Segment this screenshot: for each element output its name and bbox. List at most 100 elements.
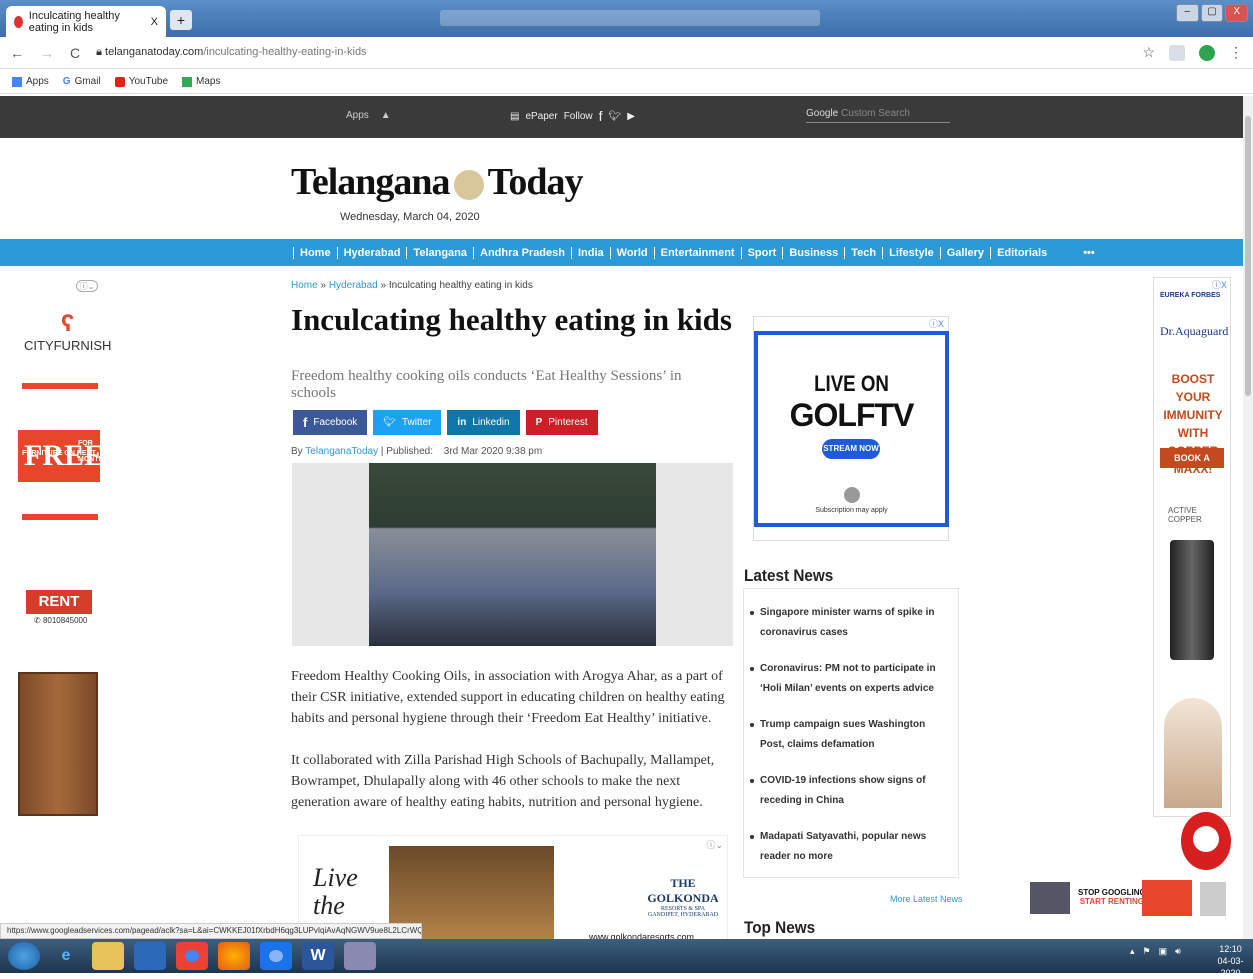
nav-home[interactable]: Home — [293, 246, 337, 259]
ad-close-icon[interactable]: ⓘX — [1212, 278, 1227, 291]
nav-business[interactable]: Business — [782, 246, 844, 259]
share-facebook-button[interactable]: f Facebook — [293, 410, 368, 435]
tab-close-icon[interactable]: X — [151, 16, 158, 28]
stop-googling-ad[interactable]: STOP GOOGLING START RENTING — [1030, 878, 1235, 918]
linkedin-icon: in — [457, 417, 467, 428]
snipping-tool-icon[interactable] — [344, 942, 376, 970]
internet-explorer-icon[interactable]: e — [50, 942, 82, 970]
chrome-alt-icon[interactable] — [260, 942, 292, 970]
article-photo[interactable] — [292, 463, 733, 646]
epaper-follow: ▤ ePaper Follow f 🐦︎ ▶ — [510, 108, 635, 124]
nav-gallery[interactable]: Gallery — [939, 246, 990, 259]
nav-editorials[interactable]: Editorials — [990, 246, 1053, 259]
bookmark-apps[interactable]: Apps — [12, 76, 49, 87]
wardrobe-image[interactable] — [18, 672, 98, 816]
author-link[interactable]: TelanganaToday — [305, 446, 378, 457]
flag-icon[interactable]: ⚑ — [1143, 946, 1151, 957]
latest-news-item[interactable]: Singapore minister warns of spike in cor… — [750, 603, 950, 643]
epaper-link[interactable]: ePaper — [525, 111, 557, 122]
volume-icon[interactable]: 🔊︎ — [1175, 946, 1181, 957]
share-twitter-button[interactable]: 🐦︎ Twitter — [373, 410, 442, 435]
network-icon[interactable]: ▣ — [1159, 946, 1168, 957]
start-button[interactable] — [8, 942, 40, 970]
taskbar-clock[interactable]: 12:10 04-03-2020 — [1208, 943, 1253, 979]
nav-india[interactable]: India — [570, 246, 610, 259]
article-paragraph: Freedom Healthy Cooking Oils, in associa… — [291, 669, 725, 726]
scrollbar-thumb[interactable] — [1245, 116, 1251, 396]
bookmark-gmail[interactable]: G Gmail — [63, 76, 101, 87]
android-icon[interactable]: ▲ — [381, 110, 391, 121]
back-icon[interactable]: ← — [10, 45, 24, 61]
nav-andhra-pradesh[interactable]: Andhra Pradesh — [473, 246, 571, 259]
maximize-button[interactable]: ▢ — [1200, 4, 1224, 22]
rent-now-button[interactable]: RENT NOW — [26, 590, 92, 634]
profile-avatar[interactable] — [1199, 44, 1215, 61]
youtube-icon[interactable]: ▶ — [627, 111, 635, 122]
facebook-icon[interactable]: f — [599, 108, 603, 124]
cityfurnish-name: CITYFURNISH — [24, 338, 112, 353]
byline-by: By — [291, 446, 303, 457]
share-pinterest-button[interactable]: P Pinterest — [525, 410, 598, 435]
follow-label: Follow — [563, 110, 593, 122]
new-tab-button[interactable]: + — [170, 10, 192, 30]
book-demo-button[interactable]: BOOK A DEMO — [1160, 448, 1224, 483]
forward-icon[interactable]: → — [40, 45, 54, 61]
nav-sport[interactable]: Sport — [740, 246, 783, 259]
free-banner[interactable]: FREE FOR 2 MONTHS FURNITURE ON RENT — [18, 430, 108, 482]
search-placeholder: Custom Search — [841, 108, 910, 119]
star-icon[interactable]: ☆ — [1142, 44, 1155, 61]
more-latest-news-link[interactable]: More Latest News — [890, 894, 963, 904]
word-icon[interactable]: W — [302, 942, 334, 970]
outlook-icon[interactable] — [134, 942, 166, 970]
stream-now-button[interactable]: STREAM NOW — [822, 439, 880, 459]
adchoices-icon[interactable]: ⓘ⌄ — [76, 280, 98, 292]
latest-news-item[interactable]: COVID-19 infections show signs of recedi… — [750, 771, 950, 811]
adchoices-icon[interactable]: ⓘ⌄ — [706, 838, 723, 851]
divider — [22, 514, 98, 520]
site-topbar: Apps ▲ ▤ ePaper Follow f 🐦︎ ▶ Google Cus… — [0, 96, 1243, 138]
aquaguard-ad[interactable]: ⓘX EUREKA FORBES Dr.Aquaguard BOOST YOUR… — [1153, 277, 1231, 817]
cityfurnish-logo[interactable]: ʕ CITYFURNISH — [24, 310, 111, 353]
bookmark-label: Gmail — [74, 76, 101, 87]
latest-news-item[interactable]: Trump campaign sues Washington Post, cla… — [750, 715, 950, 755]
reload-icon[interactable]: C — [70, 45, 80, 61]
extension-icon[interactable] — [1169, 44, 1185, 61]
active-copper-badge: ACTIVE COPPER — [1168, 506, 1202, 524]
close-window-button[interactable]: X — [1225, 4, 1249, 22]
nav-hyderabad[interactable]: Hyderabad — [336, 246, 407, 259]
breadcrumb-section[interactable]: Hyderabad — [329, 280, 378, 291]
golf-line1: LIVE ON — [814, 371, 889, 396]
pga-badge-icon — [844, 487, 860, 503]
tray-arrow-icon[interactable]: ▴ — [1130, 946, 1135, 957]
firefox-icon[interactable] — [218, 942, 250, 970]
chrome-icon[interactable] — [176, 942, 208, 970]
bookmarks-bar: Apps G Gmail YouTube Maps — [0, 70, 1253, 94]
twitter-icon[interactable]: 🐦︎ — [609, 111, 622, 122]
nav-tech[interactable]: Tech — [844, 246, 882, 259]
menu-kebab-icon[interactable]: ⋮ — [1229, 44, 1243, 61]
breadcrumb-home[interactable]: Home — [291, 280, 318, 291]
latest-news-item[interactable]: Coronavirus: PM not to participate in ‘H… — [750, 659, 950, 699]
nav-world[interactable]: World — [609, 246, 654, 259]
latest-news-item[interactable]: Madapati Satyavathi, popular news reader… — [750, 827, 950, 867]
url-field[interactable]: 🔒︎ telanganatoday.com/inculcating-health… — [96, 46, 366, 59]
chatbot-icon[interactable] — [1181, 812, 1231, 870]
file-explorer-icon[interactable] — [92, 942, 124, 970]
bookmark-youtube[interactable]: YouTube — [114, 76, 168, 87]
nav-telangana[interactable]: Telangana — [406, 246, 473, 259]
nav-entertainment[interactable]: Entertainment — [653, 246, 741, 259]
scrollbar[interactable] — [1243, 96, 1253, 939]
twitter-icon: 🐦︎ — [383, 417, 396, 428]
ad-close-icon[interactable]: ⓘX — [929, 317, 944, 330]
custom-search-input[interactable]: Google Custom Search — [806, 108, 950, 123]
site-logo[interactable]: Telangana Today — [291, 160, 584, 204]
golftv-ad[interactable]: ⓘX LIVE ON GOLFTV STREAM NOW Subscriptio… — [753, 316, 949, 541]
minimize-button[interactable]: – — [1176, 4, 1199, 22]
bookmark-maps[interactable]: Maps — [182, 76, 220, 87]
nav-lifestyle[interactable]: Lifestyle — [882, 246, 940, 259]
phone-text: 8010845000 — [42, 616, 88, 625]
share-linkedin-button[interactable]: in Linkedin — [447, 410, 520, 435]
lamp-image — [1200, 882, 1226, 916]
nav-more-icon[interactable]: ••• — [1077, 247, 1101, 259]
tab-active[interactable]: Inculcating healthy eating in kids X — [6, 6, 166, 37]
